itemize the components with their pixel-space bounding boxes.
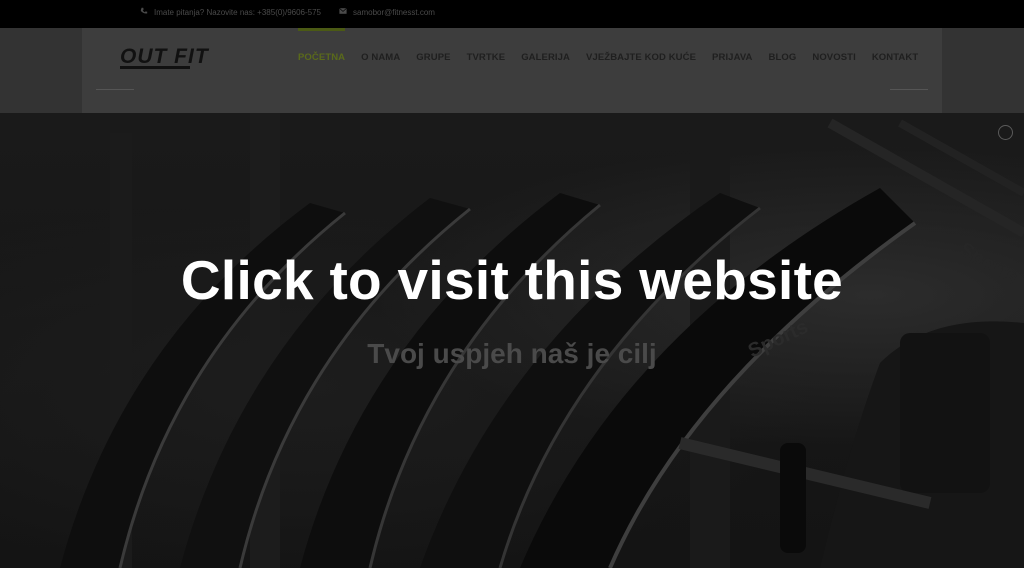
visit-website-overlay[interactable]: Click to visit this website	[0, 248, 1024, 312]
nav-item-pocetna[interactable]: POČETNA	[290, 28, 353, 63]
phone-text: Imate pitanja? Nazovite nas: +385(0)/960…	[154, 7, 321, 17]
nav-item-o-nama[interactable]: O NAMA	[353, 52, 408, 63]
nav-item-kontakt[interactable]: KONTAKT	[864, 52, 926, 63]
nav-item-grupe[interactable]: GRUPE	[408, 52, 458, 63]
contact-list: Imate pitanja? Nazovite nas: +385(0)/960…	[140, 7, 435, 17]
site-logo[interactable]: OUT FIT	[120, 43, 240, 71]
phone-icon	[140, 7, 148, 17]
top-contact-bar: Imate pitanja? Nazovite nas: +385(0)/960…	[0, 0, 1024, 28]
header-divider-right	[890, 89, 928, 90]
hero-tagline: Tvoj uspjeh naš je cilj	[367, 338, 657, 369]
email-text: samobor@fitnesst.com	[353, 7, 435, 17]
nav-item-blog[interactable]: BLOG	[761, 52, 805, 63]
nav-item-galerija[interactable]: GALERIJA	[513, 52, 578, 63]
nav-item-prijava[interactable]: PRIJAVA	[704, 52, 760, 63]
logo-text: OUT FIT	[120, 45, 210, 68]
email-contact[interactable]: samobor@fitnesst.com	[339, 7, 435, 17]
envelope-icon	[339, 7, 347, 17]
phone-contact[interactable]: Imate pitanja? Nazovite nas: +385(0)/960…	[140, 7, 321, 17]
hero-slider: Sports Sports Tvoj uspjeh naš je cilj	[0, 113, 1024, 568]
site-header: OUT FIT POČETNA O NAMA GRUPE TVRTKE GALE…	[82, 28, 942, 113]
main-nav: POČETNA O NAMA GRUPE TVRTKE GALERIJA VJE…	[290, 28, 926, 63]
nav-item-tvrtke[interactable]: TVRTKE	[459, 52, 514, 63]
nav-item-novosti[interactable]: NOVOSTI	[804, 52, 863, 63]
nav-item-vjezbajte-kod-kuce[interactable]: VJEŽBAJTE KOD KUĆE	[578, 52, 704, 63]
slider-dot[interactable]	[998, 125, 1013, 140]
header-divider-left	[96, 89, 134, 90]
